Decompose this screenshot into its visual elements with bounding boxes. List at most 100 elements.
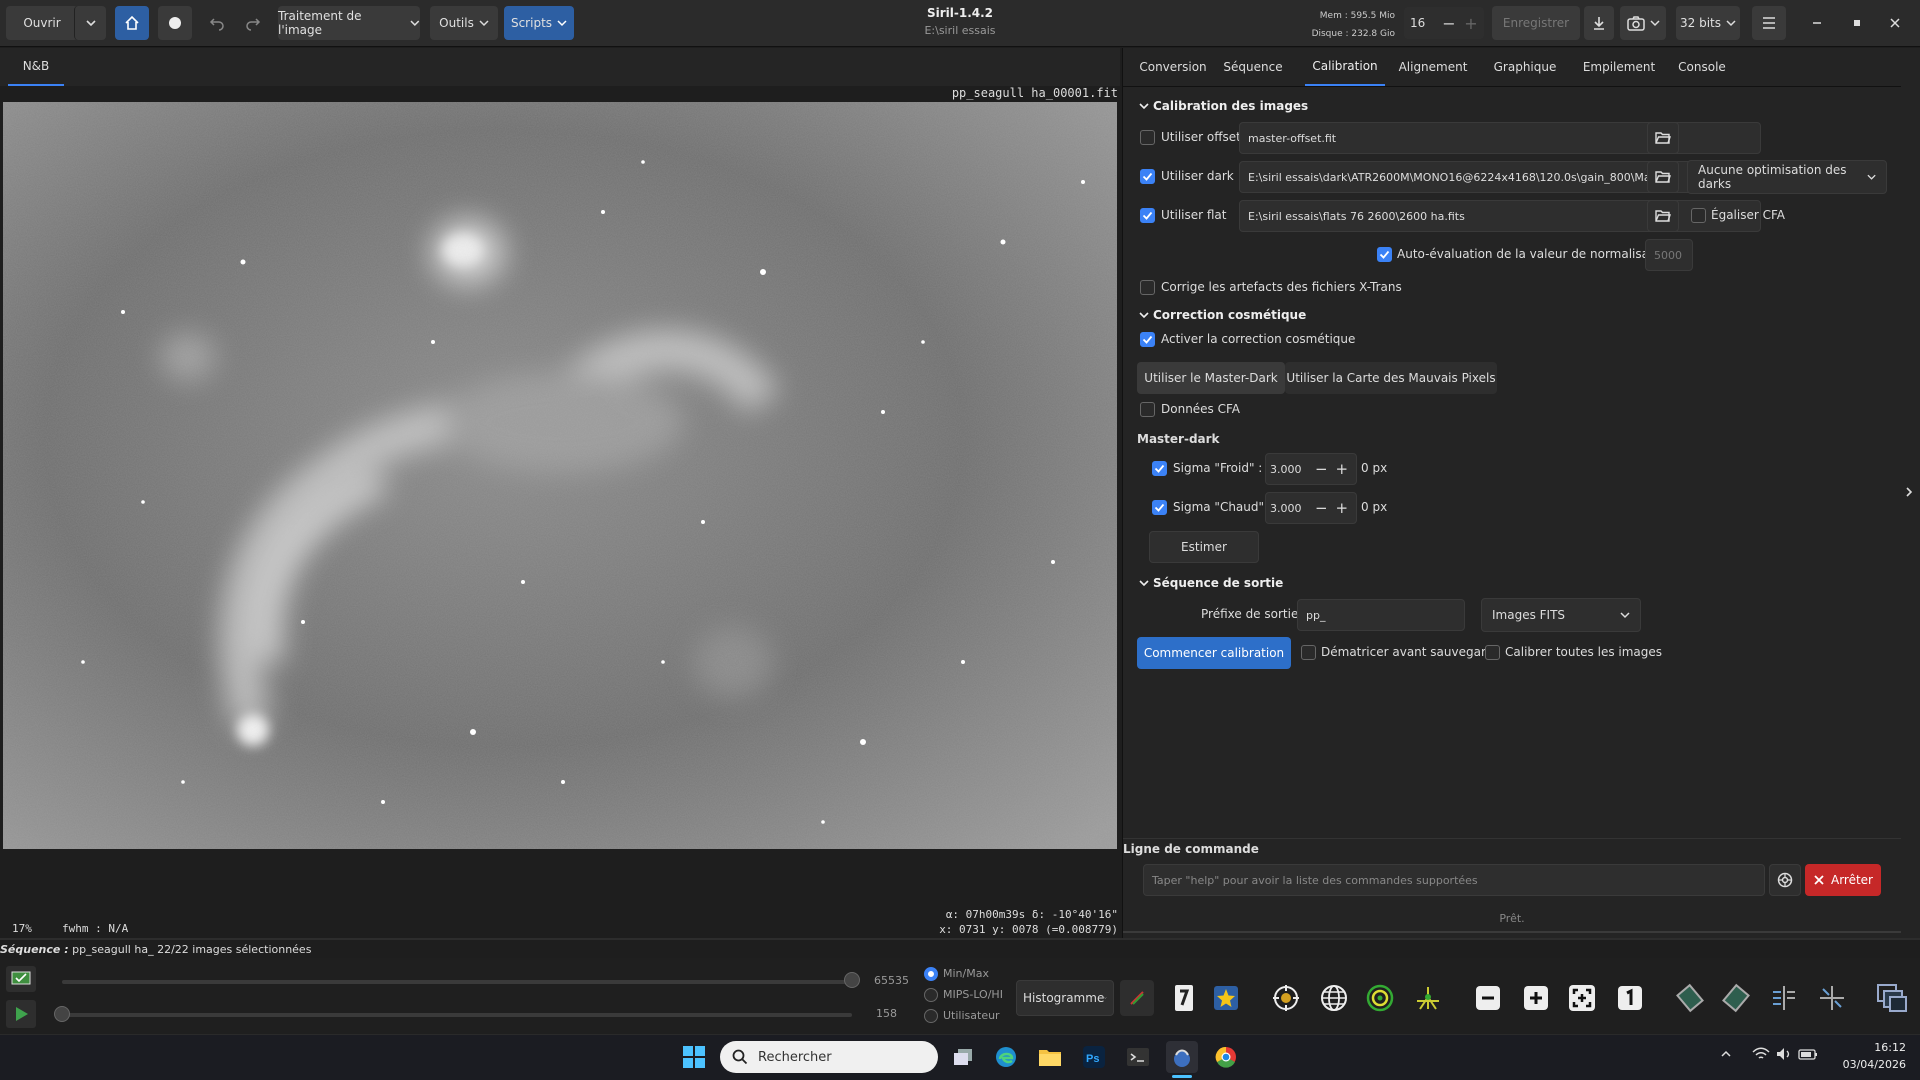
tab-alignment[interactable]: Alignement [1393,48,1473,86]
flat-path-field[interactable]: E:\siril essais\flats 76 2600\2600 ha.fi… [1239,200,1761,232]
estimate-button[interactable]: Estimer [1149,531,1259,563]
equalize-cfa-checkbox[interactable] [1691,208,1706,223]
low-cut-knob[interactable] [54,1006,70,1022]
sigma-cold-spinner[interactable]: 3.000 − + [1265,453,1357,485]
dark-path-field[interactable]: E:\siril essais\dark\ATR2600M\MONO16@622… [1239,161,1761,193]
cfa-data-checkbox[interactable] [1140,402,1155,417]
color-map-button[interactable] [1120,980,1154,1016]
normalization-value-field[interactable]: 5000 [1645,239,1693,271]
close-window-button[interactable] [1878,6,1912,40]
world-grid-button[interactable] [1316,980,1352,1016]
plus-icon[interactable]: + [1332,499,1353,517]
sigma-hot-checkbox[interactable] [1152,500,1167,515]
display-mode-dropdown[interactable]: Histogramme [1016,980,1114,1016]
siril-app-button[interactable] [1166,1041,1198,1073]
prefix-field[interactable]: pp_ [1297,599,1465,631]
edge-browser-button[interactable] [990,1041,1022,1073]
output-section-header[interactable]: Séquence de sortie [1139,576,1283,590]
clock-time[interactable]: 16:12 [1826,1041,1906,1054]
high-cut-slider[interactable] [62,980,852,984]
use-master-dark-button[interactable]: Utiliser le Master-Dark [1137,362,1285,394]
battery-icon[interactable] [1798,1047,1818,1061]
wifi-icon[interactable] [1752,1047,1770,1061]
sigma-hot-spinner[interactable]: 3.000 − + [1265,492,1357,524]
zoom-100-button[interactable] [1612,980,1648,1016]
chrome-button[interactable] [1210,1041,1242,1073]
tab-calibration[interactable]: Calibration [1305,48,1385,86]
image-canvas[interactable] [3,102,1117,849]
save-button[interactable]: Enregistrer [1492,6,1580,40]
split-view-button[interactable] [1874,980,1910,1016]
home-button[interactable] [115,6,149,40]
start-calibration-button[interactable]: Commencer calibration [1137,637,1291,669]
rotate-left-button[interactable] [1672,980,1708,1016]
tray-overflow-icon[interactable] [1720,1048,1732,1060]
image-processing-menu[interactable]: Traitement de l'image [278,6,420,40]
auto-normalization-checkbox[interactable] [1377,247,1392,262]
command-help-button[interactable] [1769,864,1801,896]
use-flat-checkbox[interactable] [1140,208,1155,223]
clock-date[interactable]: 03/04/2026 [1826,1058,1906,1071]
use-offset-checkbox[interactable] [1140,130,1155,145]
rotate-right-button[interactable] [1718,980,1754,1016]
plus-icon[interactable]: + [1460,14,1482,33]
use-bad-pixel-map-button[interactable]: Utiliser la Carte des Mauvais Pixels [1285,362,1497,394]
sigma-hot-value[interactable]: 3.000 [1270,502,1311,515]
output-format-dropdown[interactable]: Images FITS [1481,598,1641,632]
live-stack-button[interactable] [158,6,192,40]
catalog-button[interactable] [1362,980,1398,1016]
zoom-in-button[interactable] [1518,980,1554,1016]
auto-stretch-button[interactable] [6,966,36,992]
start-button[interactable] [678,1041,710,1073]
open-button[interactable]: Ouvrir [6,6,78,40]
tab-conversion[interactable]: Conversion [1133,48,1213,86]
psf-button[interactable] [1268,980,1304,1016]
high-cut-value[interactable]: 65535 [874,974,909,987]
save-as-button[interactable] [1584,6,1614,40]
panel-collapse-button[interactable] [1904,486,1918,506]
minus-icon[interactable]: − [1311,460,1332,478]
photoshop-button[interactable]: Ps [1078,1041,1110,1073]
tab-plot[interactable]: Graphique [1485,48,1565,86]
low-cut-value[interactable]: 158 [876,1007,897,1020]
negative-view-button[interactable] [1166,980,1202,1016]
offset-path-field[interactable]: master-offset.fit [1239,122,1761,154]
cut-user-radio[interactable] [924,1009,938,1023]
terminal-button[interactable] [1122,1041,1154,1073]
cosmetic-section-header[interactable]: Correction cosmétique [1139,308,1306,322]
play-sequence-button[interactable] [6,1000,36,1028]
sigma-cold-checkbox[interactable] [1152,461,1167,476]
minus-icon[interactable]: − [1438,14,1460,33]
task-view-button[interactable] [947,1041,979,1073]
offset-browse-button[interactable] [1647,122,1679,154]
activate-cosmetic-checkbox[interactable] [1140,332,1155,347]
low-cut-slider[interactable] [62,1013,852,1017]
annotate-button[interactable] [1208,980,1244,1016]
recent-dropdown-button[interactable] [74,6,106,40]
command-input[interactable]: Taper "help" pour avoir la liste des com… [1143,864,1765,896]
use-dark-checkbox[interactable] [1140,169,1155,184]
cut-minmax-radio[interactable] [924,967,938,981]
sigma-cold-value[interactable]: 3.000 [1270,463,1311,476]
minimize-button[interactable] [1800,6,1834,40]
tab-mono-channel[interactable]: N&B [8,48,64,86]
plus-icon[interactable]: + [1332,460,1353,478]
calibration-section-header[interactable]: Calibration des images [1139,99,1308,113]
mirror-x-button[interactable] [1766,980,1802,1016]
volume-icon[interactable] [1776,1047,1792,1061]
tab-console[interactable]: Console [1669,48,1735,86]
minus-icon[interactable]: − [1311,499,1332,517]
mirror-y-button[interactable] [1814,980,1850,1016]
tab-sequence[interactable]: Séquence [1217,48,1289,86]
main-menu-button[interactable] [1752,6,1786,40]
zoom-out-button[interactable] [1470,980,1506,1016]
dark-browse-button[interactable] [1647,161,1679,193]
cut-mips-radio[interactable] [924,988,938,1002]
threads-value[interactable]: 16 [1410,16,1438,30]
tab-stacking[interactable]: Empilement [1577,48,1661,86]
threads-spinner[interactable]: 16 − + [1404,7,1484,39]
redo-button[interactable] [236,6,270,40]
stop-button[interactable]: Arrêter [1805,864,1881,896]
snapshot-button[interactable] [1620,6,1666,40]
debayer-checkbox[interactable] [1301,645,1316,660]
